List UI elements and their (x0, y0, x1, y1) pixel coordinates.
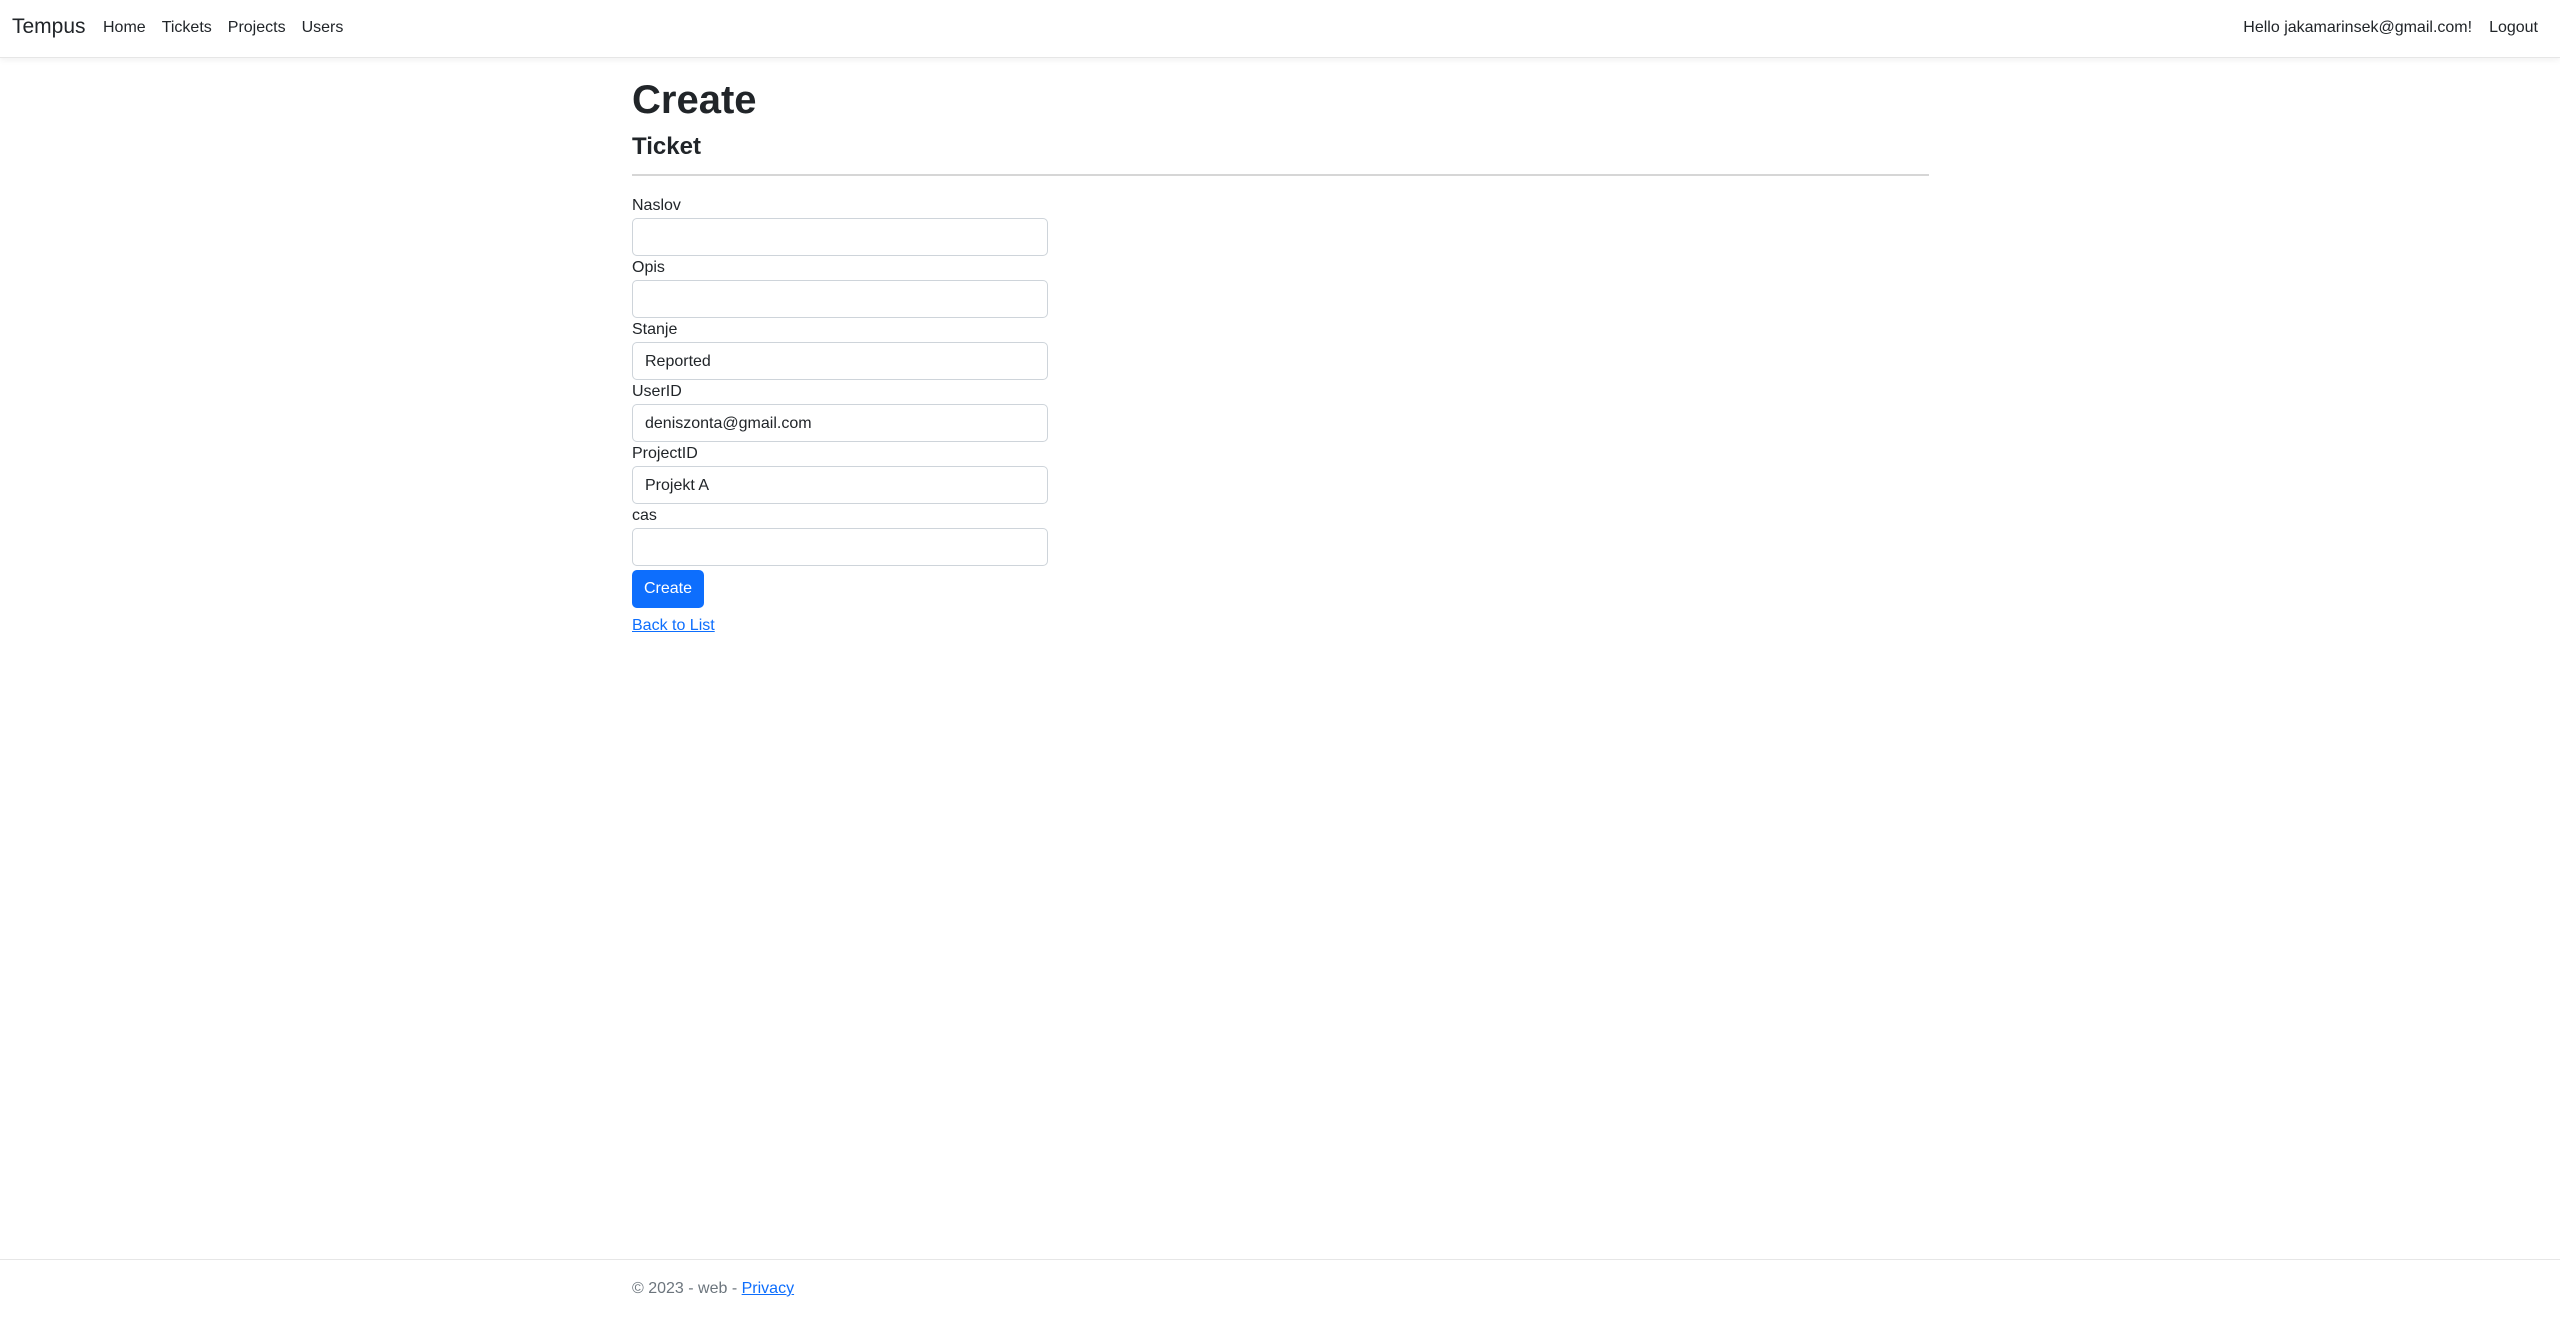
userid-label: UserID (632, 383, 682, 400)
field-cas: cas (632, 506, 1048, 568)
cas-label: cas (632, 507, 657, 524)
divider (632, 174, 1929, 176)
projectid-select[interactable]: Projekt A (632, 466, 1048, 504)
footer-text: © 2023 - web - Privacy (632, 1280, 794, 1298)
nav-link-tickets[interactable]: Tickets (162, 19, 212, 37)
brand-link[interactable]: Tempus (12, 15, 86, 39)
naslov-label: Naslov (632, 197, 681, 214)
userid-select[interactable]: deniszonta@gmail.com (632, 404, 1048, 442)
field-userid: UserID deniszonta@gmail.com (632, 382, 1048, 444)
naslov-input[interactable] (632, 218, 1048, 256)
nav-link-home[interactable]: Home (103, 19, 146, 37)
copyright-text: © 2023 - web - (632, 1280, 742, 1297)
page-title: Create (632, 78, 757, 122)
privacy-link[interactable]: Privacy (742, 1280, 794, 1297)
nav-user-area: Hello jakamarinsek@gmail.com! Logout (2243, 19, 2538, 37)
cas-input[interactable] (632, 528, 1048, 566)
user-greeting: Hello jakamarinsek@gmail.com! (2243, 19, 2473, 36)
stanje-label: Stanje (632, 321, 678, 338)
page-subtitle: Ticket (632, 133, 701, 160)
footer: © 2023 - web - Privacy (0, 1259, 2560, 1319)
nav-link-users[interactable]: Users (302, 19, 344, 37)
create-button[interactable]: Create (632, 570, 705, 608)
logout-link[interactable]: Logout (2489, 19, 2538, 37)
field-projectid: ProjectID Projekt A (632, 444, 1048, 506)
navbar: Tempus Home Tickets Projects Users Hello… (0, 0, 2560, 58)
nav-links: Home Tickets Projects Users (103, 19, 359, 37)
field-stanje: Stanje Reported (632, 320, 1048, 382)
opis-input[interactable] (632, 280, 1048, 318)
nav-link-projects[interactable]: Projects (228, 19, 286, 37)
back-to-list-link[interactable]: Back to List (632, 617, 1048, 635)
field-naslov: Naslov (632, 196, 1048, 258)
create-ticket-form: Naslov Opis Stanje Reported UserID denis… (632, 196, 1048, 635)
projectid-label: ProjectID (632, 445, 698, 462)
opis-label: Opis (632, 259, 665, 276)
stanje-select[interactable]: Reported (632, 342, 1048, 380)
field-opis: Opis (632, 258, 1048, 320)
